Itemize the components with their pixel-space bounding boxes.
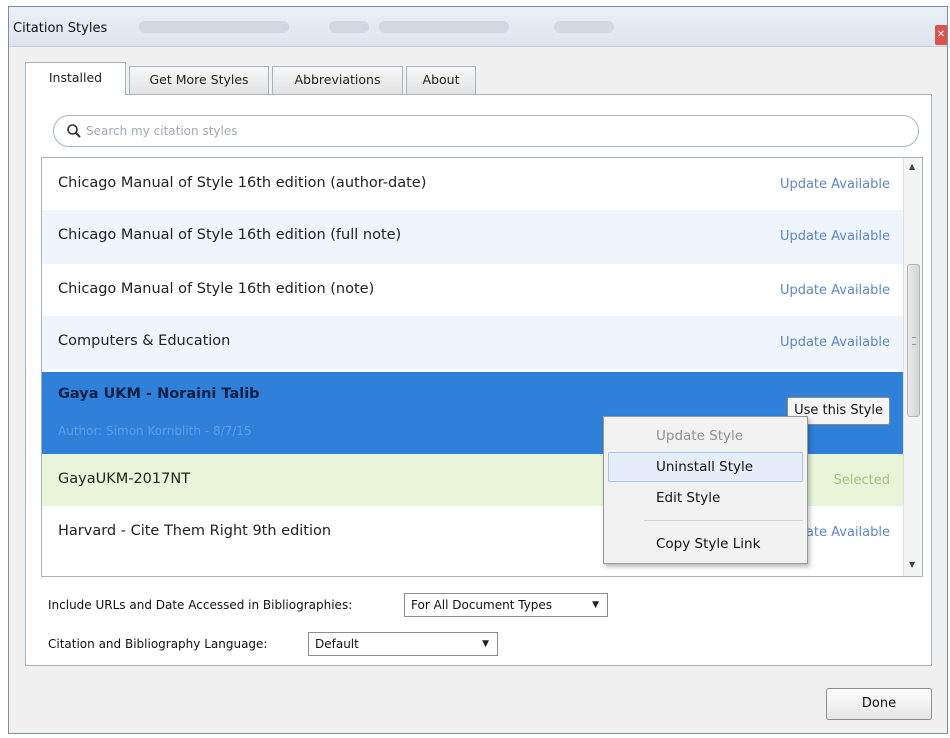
update-available-link[interactable]: Update Available: [780, 229, 890, 244]
close-icon[interactable]: ✕: [935, 25, 947, 45]
scroll-down-arrow-icon[interactable]: ▼: [909, 560, 915, 569]
uninstall-style-label: Uninstall Style: [656, 459, 754, 475]
style-name: GayaUKM-2017NT: [58, 471, 191, 487]
style-name: Chicago Manual of Style 16th edition (no…: [58, 281, 375, 297]
tab-get-more-styles-label: Get More Styles: [149, 72, 249, 87]
done-label: Done: [861, 696, 897, 711]
menu-separator: [644, 520, 803, 521]
language-value: Default: [315, 637, 359, 651]
tab-abbreviations[interactable]: Abbreviations: [272, 66, 403, 94]
tab-installed[interactable]: Installed: [25, 62, 126, 95]
chevron-down-icon: ▼: [592, 600, 599, 610]
search-box: [53, 115, 919, 147]
list-scrollbar[interactable]: ▲ ▼: [903, 158, 922, 576]
copy-style-link-label: Copy Style Link: [656, 536, 761, 552]
include-urls-dropdown[interactable]: For All Document Types ▼: [404, 593, 608, 617]
selected-status: Selected: [833, 473, 890, 488]
style-author: Author: Simon Kornblith - 8/7/15: [58, 424, 252, 438]
language-dropdown[interactable]: Default ▼: [308, 632, 498, 656]
style-name: Chicago Manual of Style 16th edition (fu…: [58, 227, 402, 243]
style-name: Chicago Manual of Style 16th edition (au…: [58, 175, 427, 191]
tab-about-label: About: [422, 72, 460, 87]
include-urls-value: For All Document Types: [411, 598, 553, 612]
scrollbar-thumb[interactable]: [907, 264, 920, 417]
blurred-title-segment: [379, 21, 509, 33]
window-title: Citation Styles: [13, 21, 108, 36]
include-urls-label: Include URLs and Date Accessed in Biblio…: [48, 598, 353, 612]
tab-get-more-styles[interactable]: Get More Styles: [129, 66, 269, 94]
blurred-title-segment: [329, 21, 369, 33]
tab-about[interactable]: About: [406, 66, 476, 94]
update-available-link[interactable]: Update Available: [780, 177, 890, 192]
edit-style-menu-item[interactable]: Edit Style: [604, 483, 807, 513]
update-available-link[interactable]: Update Available: [780, 283, 890, 298]
list-item[interactable]: Chicago Manual of Style 16th edition (no…: [42, 264, 904, 316]
search-icon: [67, 124, 81, 138]
copy-style-link-menu-item[interactable]: Copy Style Link: [604, 529, 807, 559]
scroll-up-arrow-icon[interactable]: ▲: [909, 162, 915, 171]
update-style-label: Update Style: [656, 428, 744, 444]
uninstall-style-menu-item[interactable]: Uninstall Style: [608, 452, 803, 482]
update-style-menu-item: Update Style: [604, 421, 807, 451]
title-bar: Citation Styles ✕: [9, 7, 947, 47]
style-name: Harvard - Cite Them Right 9th edition: [58, 523, 332, 539]
installed-panel: Chicago Manual of Style 16th edition (au…: [25, 94, 932, 666]
done-button[interactable]: Done: [826, 688, 932, 720]
list-item[interactable]: Chicago Manual of Style 16th edition (au…: [42, 158, 904, 210]
context-menu: Update Style Uninstall Style Edit Style …: [603, 416, 808, 564]
list-item[interactable]: Computers & Education Update Available: [42, 316, 904, 370]
blurred-title-segment: [554, 21, 614, 33]
search-input[interactable]: [86, 121, 906, 141]
list-item[interactable]: Chicago Manual of Style 16th edition (fu…: [42, 210, 904, 264]
edit-style-label: Edit Style: [656, 490, 721, 506]
style-name: Computers & Education: [58, 333, 231, 349]
update-available-link[interactable]: Update Available: [780, 335, 890, 350]
tab-abbreviations-label: Abbreviations: [294, 72, 381, 87]
scrollbar-grip-icon: [912, 337, 916, 345]
blurred-title-segment: [139, 21, 289, 33]
style-name: Gaya UKM - Noraini Talib: [58, 386, 260, 402]
language-label: Citation and Bibliography Language:: [48, 637, 268, 651]
chevron-down-icon: ▼: [482, 639, 489, 649]
tab-installed-label: Installed: [48, 70, 103, 85]
